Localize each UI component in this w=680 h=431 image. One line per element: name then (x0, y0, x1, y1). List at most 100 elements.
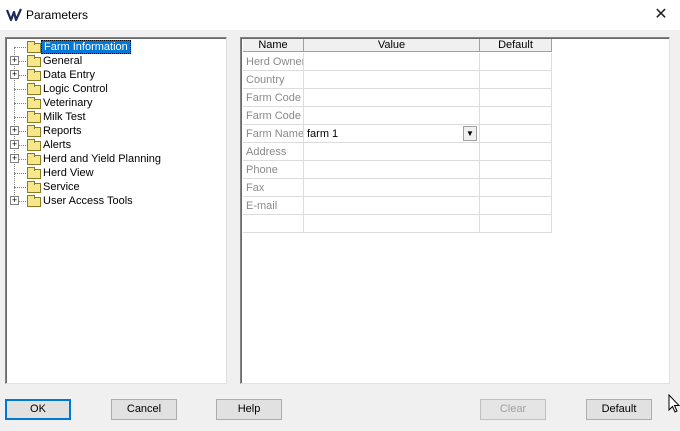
row-default-cell (480, 71, 552, 89)
help-button[interactable]: Help (216, 399, 282, 420)
row-default-cell (480, 197, 552, 215)
title-bar: Parameters ✕ (0, 0, 680, 30)
row-value-cell[interactable] (304, 197, 480, 215)
column-header-name[interactable]: Name (243, 39, 304, 52)
tree-item-label[interactable]: User Access Tools (41, 194, 135, 208)
app-logo-icon (6, 8, 22, 22)
row-default-cell (480, 161, 552, 179)
row-name-cell: Herd Owner (243, 53, 304, 71)
mouse-pointer-icon (668, 394, 680, 413)
tree-item-label[interactable]: Service (41, 180, 82, 194)
chevron-down-icon[interactable]: ▼ (463, 126, 477, 141)
tree-item[interactable]: Herd View (6, 166, 224, 180)
window-title: Parameters (26, 8, 89, 22)
table-row[interactable]: Herd Owner (243, 53, 552, 71)
row-value-cell[interactable] (304, 71, 480, 89)
tree-item[interactable]: Service (6, 180, 224, 194)
row-value-cell[interactable] (304, 161, 480, 179)
tree-item-label[interactable]: Milk Test (41, 110, 88, 124)
column-header-default[interactable]: Default (480, 39, 552, 52)
row-value-cell[interactable] (304, 107, 480, 125)
table-row[interactable]: E-mail (243, 197, 552, 215)
plus-icon[interactable]: + (10, 70, 19, 79)
row-default-cell (480, 125, 552, 143)
column-header-value[interactable]: Value (304, 39, 480, 52)
tree-item[interactable]: + Data Entry (6, 68, 224, 82)
table-row[interactable]: Country (243, 71, 552, 89)
tree-connector (14, 47, 26, 48)
folder-icon (27, 139, 41, 151)
table-row[interactable]: Address (243, 143, 552, 161)
row-value-text: farm 1 (307, 128, 339, 140)
folder-icon (27, 97, 41, 109)
row-default-cell (480, 107, 552, 125)
table-row[interactable]: Farm Code (243, 89, 552, 107)
tree-item-label[interactable]: Reports (41, 124, 84, 138)
plus-icon[interactable]: + (10, 126, 19, 135)
row-value-cell[interactable]: farm 1 ▼ (304, 125, 480, 143)
tree-item[interactable]: + General (6, 54, 224, 68)
ok-button[interactable]: OK (5, 399, 71, 420)
tree-item-label[interactable]: General (41, 54, 84, 68)
table-row[interactable]: Farm Code 1 (243, 107, 552, 125)
tree-item[interactable]: + Alerts (6, 138, 224, 152)
plus-icon[interactable]: + (10, 196, 19, 205)
folder-icon (27, 153, 41, 165)
tree-connector (14, 187, 26, 188)
tree-item-label[interactable]: Veterinary (41, 96, 95, 110)
plus-icon[interactable]: + (10, 140, 19, 149)
tree-item-label[interactable]: Herd View (41, 166, 96, 180)
close-icon[interactable]: ✕ (650, 4, 672, 26)
row-name-cell: Fax (243, 179, 304, 197)
folder-icon (27, 125, 41, 137)
row-value-cell[interactable] (304, 53, 480, 71)
grid-header: Name Value Default (243, 39, 552, 52)
tree-item[interactable]: Veterinary (6, 96, 224, 110)
tree-item[interactable]: + Herd and Yield Planning (6, 152, 224, 166)
row-default-cell (480, 89, 552, 107)
row-name-cell: E-mail (243, 197, 304, 215)
parameter-tree[interactable]: Farm Information + General + Data Entry Logic… (5, 37, 227, 384)
folder-icon (27, 69, 41, 81)
plus-icon[interactable]: + (10, 56, 19, 65)
tree-item[interactable]: + Reports (6, 124, 224, 138)
table-row[interactable]: Fax (243, 179, 552, 197)
table-row[interactable]: Farm Name farm 1 ▼ (243, 125, 552, 143)
row-name-cell: Address (243, 143, 304, 161)
row-value-cell[interactable] (304, 143, 480, 161)
row-default-cell (480, 143, 552, 161)
tree-item[interactable]: + User Access Tools (6, 194, 224, 208)
row-value-cell[interactable] (304, 215, 480, 233)
tree-item[interactable]: Farm Information (6, 40, 224, 54)
tree-item-label[interactable]: Herd and Yield Planning (41, 152, 163, 166)
folder-icon (27, 167, 41, 179)
row-default-cell (480, 215, 552, 233)
row-default-cell (480, 53, 552, 71)
tree-item[interactable]: Milk Test (6, 110, 224, 124)
default-button[interactable]: Default (586, 399, 652, 420)
table-row[interactable] (243, 215, 552, 233)
row-name-cell: Country (243, 71, 304, 89)
row-name-cell: Phone (243, 161, 304, 179)
plus-icon[interactable]: + (10, 154, 19, 163)
tree-item-label[interactable]: Logic Control (41, 82, 110, 96)
tree-item-label[interactable]: Farm Information (41, 40, 131, 54)
tree-item-label[interactable]: Alerts (41, 138, 73, 152)
parameter-grid: Name Value Default Herd Owner Country Farm… (240, 37, 670, 384)
tree-connector (14, 89, 26, 90)
folder-icon (27, 195, 41, 207)
tree-connector (14, 173, 26, 174)
folder-icon (27, 181, 41, 193)
table-row[interactable]: Phone (243, 161, 552, 179)
row-value-cell[interactable] (304, 89, 480, 107)
tree-item[interactable]: Logic Control (6, 82, 224, 96)
tree-item-label[interactable]: Data Entry (41, 68, 97, 82)
clear-button[interactable]: Clear (480, 399, 546, 420)
folder-icon (27, 41, 41, 53)
tree-connector (14, 103, 26, 104)
folder-icon (27, 83, 41, 95)
folder-icon (27, 111, 41, 123)
tree-connector (14, 117, 26, 118)
row-value-cell[interactable] (304, 179, 480, 197)
cancel-button[interactable]: Cancel (111, 399, 177, 420)
